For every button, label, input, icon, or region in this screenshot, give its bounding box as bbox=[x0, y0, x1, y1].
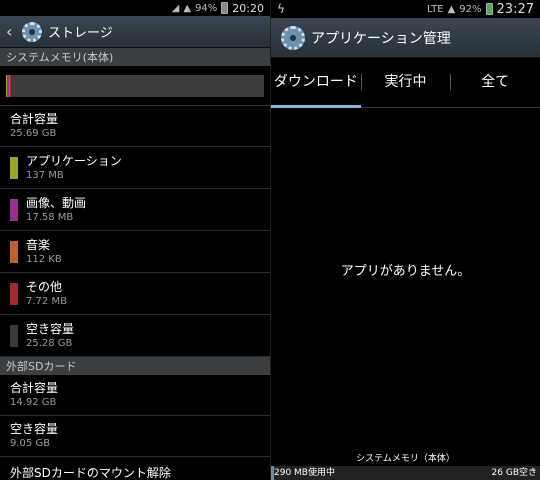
total-capacity-value: 25.69 GB bbox=[10, 128, 57, 139]
page-title: ストレージ bbox=[48, 26, 113, 41]
storage-category-free-space[interactable]: 空き容量 25.28 GB bbox=[0, 315, 270, 357]
category-color-swatch bbox=[10, 240, 18, 263]
memory-free-text: 26 GB空き bbox=[491, 468, 537, 478]
settings-gear-icon[interactable] bbox=[281, 25, 305, 50]
battery-percent: 92% bbox=[459, 3, 482, 15]
network-type: LTE bbox=[426, 3, 444, 15]
tab-all[interactable]: 全て bbox=[450, 58, 540, 108]
sd-total-row: 合計容量 14.92 GB bbox=[0, 375, 270, 416]
signal-icon: ▲ bbox=[447, 3, 456, 15]
usb-icon: ϟ bbox=[277, 2, 285, 16]
storage-category-applications[interactable]: アプリケーション 137 MB bbox=[0, 147, 270, 189]
category-label: その他 bbox=[26, 279, 63, 294]
category-color-swatch bbox=[10, 282, 18, 305]
sd-card-header: 外部SDカード bbox=[0, 357, 270, 375]
application-manager-screen: ϟ LTE ▲ 92% 23:27 アプリケーション管理 ダウンロード 実行中 … bbox=[270, 0, 540, 480]
category-label: 画像、動画 bbox=[26, 195, 87, 210]
wifi-icon: ◢ bbox=[171, 2, 180, 14]
category-value: 112 KB bbox=[26, 253, 62, 265]
sd-free-value: 9.05 GB bbox=[10, 438, 51, 449]
total-capacity-label: 合計容量 bbox=[10, 112, 59, 126]
sd-free-label: 空き容量 bbox=[10, 422, 59, 436]
storage-category-music[interactable]: 音楽 112 KB bbox=[0, 231, 270, 273]
battery-icon bbox=[485, 3, 493, 15]
memory-usage-bar: 290 MB使用中 26 GB空き bbox=[271, 466, 540, 480]
battery-percent: 94% bbox=[195, 2, 218, 14]
settings-gear-icon[interactable] bbox=[22, 21, 42, 42]
sd-free-row: 空き容量 9.05 GB bbox=[0, 416, 270, 457]
page-title: アプリケーション管理 bbox=[311, 30, 451, 47]
back-icon[interactable]: ‹ bbox=[6, 22, 16, 41]
category-color-swatch bbox=[10, 156, 18, 179]
storage-category-other[interactable]: その他 7.72 MB bbox=[0, 273, 270, 315]
system-memory-header: システムメモリ(本体) bbox=[0, 48, 270, 66]
storage-category-images-videos[interactable]: 画像、動画 17.58 MB bbox=[0, 189, 270, 231]
sd-total-label: 合計容量 bbox=[10, 381, 59, 395]
action-bar: ‹ ストレージ bbox=[0, 16, 270, 48]
tab-downloaded[interactable]: ダウンロード bbox=[271, 58, 361, 108]
action-bar: アプリケーション管理 bbox=[271, 18, 540, 58]
category-color-swatch bbox=[10, 324, 18, 347]
category-label: 音楽 bbox=[26, 237, 51, 252]
tab-running[interactable]: 実行中 bbox=[360, 58, 451, 108]
sd-unmount-label: 外部SDカードのマウント解除 bbox=[10, 466, 171, 480]
clock: 23:27 bbox=[496, 1, 534, 17]
storage-segment-free bbox=[10, 74, 264, 97]
total-capacity-row: 合計容量 25.69 GB bbox=[0, 106, 270, 147]
clock: 20:20 bbox=[232, 1, 264, 15]
battery-icon bbox=[221, 2, 229, 14]
category-value: 137 MB bbox=[26, 169, 64, 181]
category-value: 17.58 MB bbox=[26, 211, 74, 223]
category-value: 25.28 GB bbox=[26, 337, 73, 349]
empty-state-message: アプリがありません。 bbox=[340, 264, 471, 279]
category-color-swatch bbox=[10, 198, 18, 221]
tab-bar: ダウンロード 実行中 全て bbox=[271, 58, 540, 108]
signal-icon: ▲ bbox=[183, 2, 192, 14]
memory-footer: システムメモリ（本体） 290 MB使用中 26 GB空き bbox=[271, 452, 540, 480]
memory-used-text: 290 MB使用中 bbox=[274, 468, 335, 478]
category-label: アプリケーション bbox=[26, 153, 122, 168]
sd-unmount-button[interactable]: 外部SDカードのマウント解除 bbox=[0, 457, 270, 480]
category-value: 7.72 MB bbox=[26, 295, 67, 307]
storage-bar-track bbox=[6, 74, 264, 97]
storage-usage-bar bbox=[0, 66, 270, 106]
category-label: 空き容量 bbox=[26, 321, 75, 336]
status-bar: ◢ ▲ 94% 20:20 bbox=[0, 0, 270, 16]
status-bar: ϟ LTE ▲ 92% 23:27 bbox=[271, 0, 540, 18]
storage-screen: ◢ ▲ 94% 20:20 ‹ ストレージ システムメモリ(本体) 合計容量 2… bbox=[0, 0, 270, 480]
sd-total-value: 14.92 GB bbox=[10, 397, 57, 408]
memory-title: システムメモリ（本体） bbox=[356, 454, 455, 464]
